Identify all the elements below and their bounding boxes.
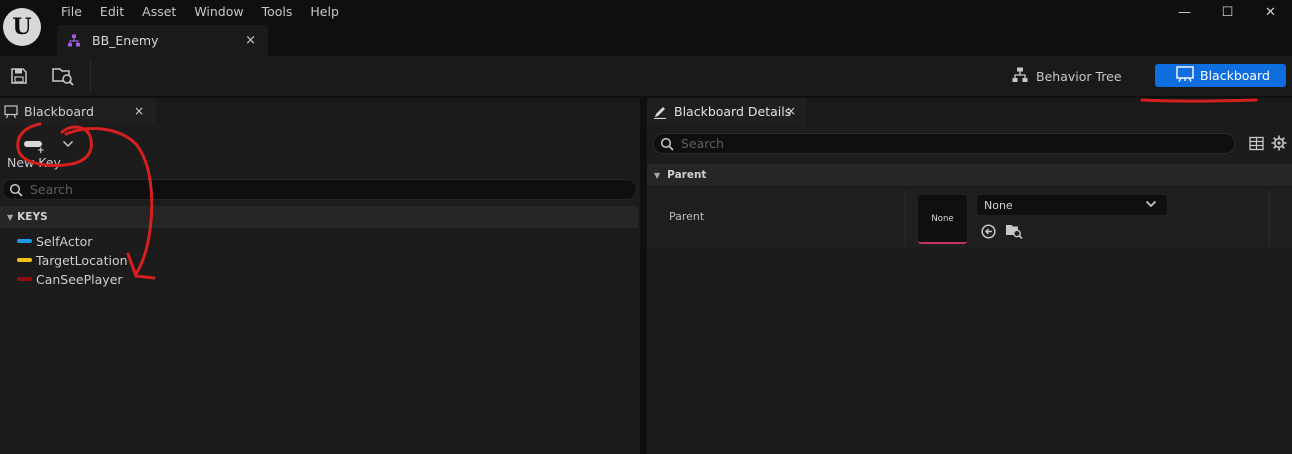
asset-toolbar: Behavior Tree bbox=[0, 56, 1292, 96]
minimize-button[interactable]: — bbox=[1163, 0, 1206, 24]
key-item-selfactor[interactable]: SelfActor bbox=[17, 232, 92, 250]
collapse-arrow-icon[interactable]: ▼ bbox=[654, 171, 660, 180]
save-icon[interactable] bbox=[8, 65, 30, 87]
key-item-targetlocation[interactable]: TargetLocation bbox=[17, 251, 128, 269]
document-tab-bb-enemy[interactable]: BB_Enemy × bbox=[57, 25, 268, 56]
menu-asset[interactable]: Asset bbox=[133, 0, 185, 24]
toolbar-separator bbox=[90, 60, 91, 92]
close-tab-icon[interactable]: × bbox=[245, 33, 256, 48]
browse-asset-icon[interactable] bbox=[52, 65, 74, 87]
behavior-tree-icon bbox=[1012, 67, 1028, 86]
parent-asset-dropdown-value: None bbox=[984, 198, 1013, 212]
blackboard-mode-label: Blackboard bbox=[1200, 68, 1270, 83]
browse-to-asset-icon[interactable] bbox=[1005, 223, 1023, 240]
menu-help[interactable]: Help bbox=[301, 0, 348, 24]
details-search-box bbox=[653, 133, 1235, 154]
table-view-icon[interactable] bbox=[1249, 136, 1264, 151]
keys-section-header[interactable]: ▼ KEYS bbox=[0, 206, 638, 228]
panel-splitter[interactable] bbox=[640, 98, 647, 454]
blackboard-details-tab-label: Blackboard Details bbox=[674, 104, 792, 119]
search-icon bbox=[660, 137, 674, 151]
asset-thumbnail[interactable]: None bbox=[918, 195, 967, 244]
blackboard-tab-icon bbox=[4, 104, 18, 119]
parent-section-label: Parent bbox=[667, 169, 707, 181]
blackboard-details-tab[interactable]: Blackboard Details × bbox=[647, 98, 806, 125]
unreal-logo-icon[interactable]: U bbox=[3, 8, 41, 46]
key-name: SelfActor bbox=[36, 233, 93, 249]
new-key-dropdown-chevron-icon[interactable] bbox=[62, 140, 74, 151]
blackboard-panel: Blackboard × + New Key ▼ KEYS SelfActor bbox=[0, 98, 640, 454]
details-search-input[interactable] bbox=[681, 136, 1221, 151]
key-name: CanSeePlayer bbox=[36, 271, 123, 287]
blackboard-panel-content: + New Key ▼ KEYS SelfActor TargetLocatio… bbox=[0, 125, 640, 454]
key-type-color-swatch bbox=[17, 277, 32, 281]
document-tab-label: BB_Enemy bbox=[92, 33, 159, 48]
search-icon bbox=[9, 183, 23, 197]
keys-section-label: KEYS bbox=[17, 211, 48, 223]
collapse-arrow-icon[interactable]: ▼ bbox=[7, 213, 13, 222]
parent-property-row: Parent None None bbox=[647, 189, 1292, 247]
behavior-tree-mode-button[interactable]: Behavior Tree bbox=[1012, 65, 1122, 87]
column-divider[interactable] bbox=[1269, 189, 1270, 247]
chevron-down-icon bbox=[1145, 198, 1157, 210]
key-name: TargetLocation bbox=[36, 252, 128, 268]
menu-tools[interactable]: Tools bbox=[253, 0, 302, 24]
edit-pencil-icon bbox=[653, 105, 667, 119]
use-selected-asset-icon[interactable] bbox=[981, 224, 996, 239]
parent-property-label: Parent bbox=[669, 210, 705, 223]
menu-edit[interactable]: Edit bbox=[91, 0, 133, 24]
key-type-color-swatch bbox=[17, 258, 32, 262]
asset-thumbnail-text: None bbox=[931, 213, 954, 224]
column-divider[interactable] bbox=[905, 189, 906, 247]
blackboard-asset-icon bbox=[67, 34, 81, 48]
behavior-tree-mode-label: Behavior Tree bbox=[1036, 68, 1122, 84]
settings-gear-icon[interactable] bbox=[1271, 135, 1287, 151]
close-panel-icon[interactable]: × bbox=[134, 104, 144, 118]
title-bar: U File Edit Asset Window Tools Help — ☐ … bbox=[0, 0, 1292, 56]
blackboard-panel-tab-label: Blackboard bbox=[24, 104, 94, 119]
blackboard-icon bbox=[1176, 66, 1194, 85]
blackboard-details-panel: Blackboard Details × ▼ Parent Parent bbox=[647, 98, 1292, 454]
key-type-color-swatch bbox=[17, 239, 32, 243]
close-panel-icon[interactable]: × bbox=[786, 104, 796, 118]
window-controls: — ☐ ✕ bbox=[1163, 0, 1292, 24]
blackboard-panel-tab[interactable]: Blackboard × bbox=[0, 98, 156, 125]
maximize-button[interactable]: ☐ bbox=[1206, 0, 1249, 24]
menu-window[interactable]: Window bbox=[185, 0, 252, 24]
new-key-label: New Key bbox=[7, 155, 61, 170]
parent-asset-dropdown[interactable]: None bbox=[977, 195, 1167, 215]
keys-search-box bbox=[2, 179, 637, 200]
blackboard-mode-button[interactable]: Blackboard bbox=[1155, 64, 1286, 87]
parent-section-header[interactable]: ▼ Parent bbox=[647, 164, 1292, 186]
menu-file[interactable]: File bbox=[52, 0, 91, 24]
key-item-canseeplayer[interactable]: CanSeePlayer bbox=[17, 270, 123, 288]
close-window-button[interactable]: ✕ bbox=[1249, 0, 1292, 24]
keys-search-input[interactable] bbox=[30, 182, 610, 197]
details-content: ▼ Parent Parent None None bbox=[647, 125, 1292, 454]
menu-bar: File Edit Asset Window Tools Help bbox=[52, 0, 348, 24]
